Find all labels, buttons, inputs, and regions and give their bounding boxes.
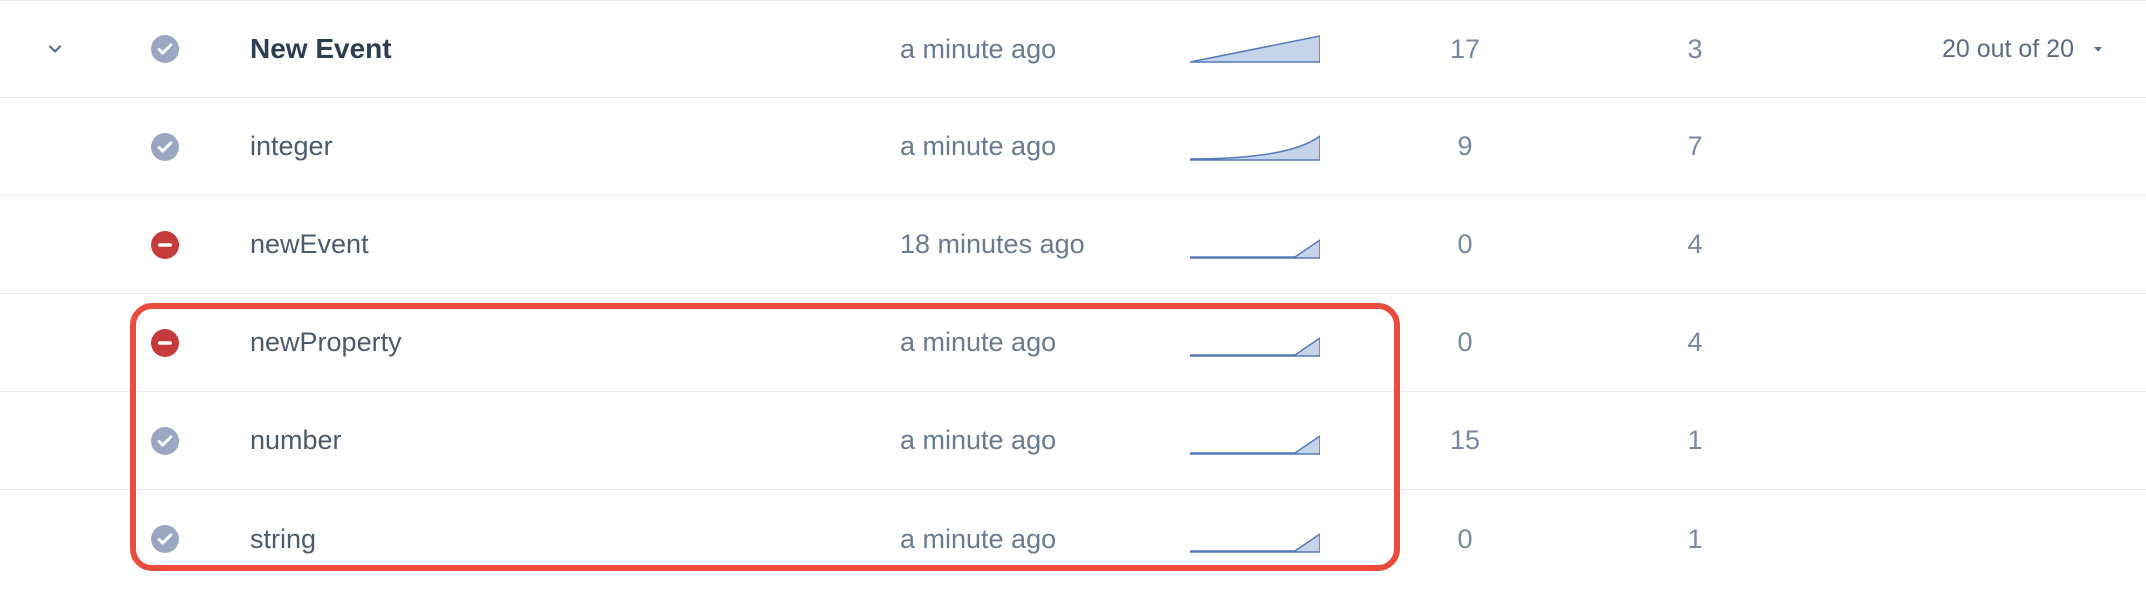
value-1: 0 — [1457, 327, 1472, 357]
table-row[interactable]: New Event a minute ago 17 3 20 out of 20 — [0, 0, 2146, 98]
table-row[interactable]: newProperty a minute ago 0 4 — [0, 294, 2146, 392]
value-1: 0 — [1457, 524, 1472, 554]
sparkline-icon — [1190, 328, 1320, 358]
property-time: a minute ago — [900, 327, 1056, 357]
check-circle-icon — [151, 427, 179, 455]
value-2: 1 — [1687, 425, 1702, 455]
check-circle-icon — [151, 35, 179, 63]
table-row[interactable]: string a minute ago 0 1 — [0, 490, 2146, 588]
property-time: a minute ago — [900, 524, 1056, 554]
table-row[interactable]: number a minute ago 15 1 — [0, 392, 2146, 490]
table-row[interactable]: newEvent 18 minutes ago 0 4 — [0, 196, 2146, 294]
check-circle-icon — [151, 133, 179, 161]
value-2: 4 — [1687, 327, 1702, 357]
property-time: a minute ago — [900, 131, 1056, 161]
sparkline-icon — [1190, 230, 1320, 260]
value-1: 17 — [1450, 34, 1480, 64]
property-time: a minute ago — [900, 425, 1056, 455]
value-2: 4 — [1687, 229, 1702, 259]
property-name: integer — [250, 131, 333, 162]
sparkline-icon — [1190, 34, 1320, 64]
table-row[interactable]: integer a minute ago 9 7 — [0, 98, 2146, 196]
event-time: a minute ago — [900, 34, 1056, 64]
property-time: 18 minutes ago — [900, 229, 1085, 259]
property-name: string — [250, 524, 316, 555]
caret-down-icon[interactable] — [2090, 41, 2106, 57]
minus-circle-icon — [151, 329, 179, 357]
chevron-down-icon[interactable] — [45, 39, 65, 59]
value-1: 9 — [1457, 131, 1472, 161]
sparkline-icon — [1190, 132, 1320, 162]
check-circle-icon — [151, 525, 179, 553]
sparkline-icon — [1190, 524, 1320, 554]
property-name: newEvent — [250, 229, 369, 260]
event-name: New Event — [250, 33, 392, 65]
value-2: 3 — [1687, 34, 1702, 64]
value-1: 0 — [1457, 229, 1472, 259]
sparkline-icon — [1190, 426, 1320, 456]
minus-circle-icon — [151, 231, 179, 259]
property-name: number — [250, 425, 342, 456]
value-1: 15 — [1450, 425, 1480, 455]
value-2: 1 — [1687, 524, 1702, 554]
value-2: 7 — [1687, 131, 1702, 161]
property-name: newProperty — [250, 327, 402, 358]
pager-label[interactable]: 20 out of 20 — [1942, 35, 2074, 64]
event-table: New Event a minute ago 17 3 20 out of 20… — [0, 0, 2146, 588]
